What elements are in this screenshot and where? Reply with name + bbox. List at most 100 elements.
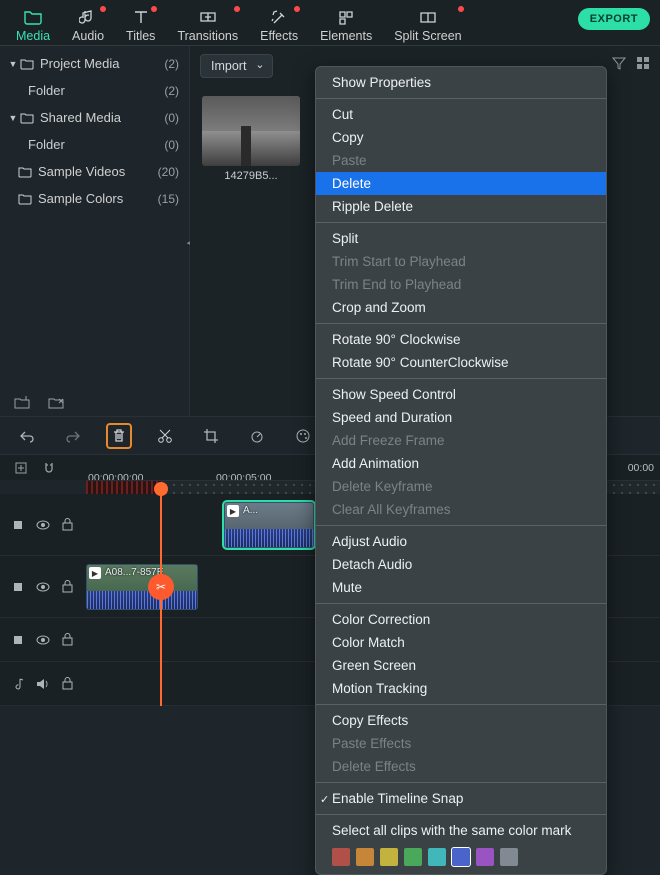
ctx-item: Trim End to Playhead xyxy=(316,273,606,296)
track-lock-icon[interactable] xyxy=(62,580,73,593)
playhead-scissors-icon[interactable]: ✂ xyxy=(148,574,174,600)
ctx-item: Clear All Keyframes xyxy=(316,498,606,521)
audio-icon xyxy=(79,8,97,26)
track-lock-icon[interactable] xyxy=(62,518,73,531)
playhead[interactable]: ✂ xyxy=(160,494,162,706)
ctx-item[interactable]: Enable Timeline Snap xyxy=(316,787,606,810)
filter-icon[interactable] xyxy=(612,56,626,70)
track-speaker-icon[interactable] xyxy=(36,678,50,690)
ctx-item: Trim Start to Playhead xyxy=(316,250,606,273)
redo-icon[interactable] xyxy=(60,423,86,449)
ctx-item[interactable]: Delete xyxy=(316,172,606,195)
tab-audio[interactable]: Audio xyxy=(64,4,112,47)
add-marker-icon[interactable] xyxy=(14,461,28,475)
color-swatch[interactable] xyxy=(380,848,398,866)
tab-elements[interactable]: Elements xyxy=(312,4,380,47)
track-mute-icon[interactable] xyxy=(12,519,24,531)
sidebar-group-shared-media[interactable]: ▼ Shared Media (0) xyxy=(0,104,189,131)
undo-icon[interactable] xyxy=(14,423,40,449)
sidebar-group-project-media[interactable]: ▼ Project Media (2) xyxy=(0,50,189,77)
ctx-item[interactable]: Rotate 90° CounterClockwise xyxy=(316,351,606,374)
new-folder-icon[interactable] xyxy=(14,396,30,410)
ctx-item[interactable]: Mute xyxy=(316,576,606,599)
ctx-item[interactable]: Detach Audio xyxy=(316,553,606,576)
ctx-item: Paste Effects xyxy=(316,732,606,755)
speed-tool-icon[interactable] xyxy=(244,423,270,449)
badge-dot-icon xyxy=(458,6,464,12)
timeline-clip[interactable]: ▶ A08...7-857E xyxy=(86,564,198,610)
ctx-item[interactable]: Show Properties xyxy=(316,71,606,94)
context-menu: Show PropertiesCutCopyPasteDeleteRipple … xyxy=(315,66,607,875)
track-lock-icon[interactable] xyxy=(62,677,73,690)
ctx-separator xyxy=(316,222,606,223)
transitions-icon xyxy=(199,8,217,26)
ctx-item[interactable]: Show Speed Control xyxy=(316,383,606,406)
ctx-item[interactable]: Speed and Duration xyxy=(316,406,606,429)
ctx-item: Delete Effects xyxy=(316,755,606,778)
ctx-item[interactable]: Green Screen xyxy=(316,654,606,677)
badge-dot-icon xyxy=(234,6,240,12)
sidebar-item-sample-colors[interactable]: Sample Colors (15) xyxy=(0,185,189,212)
audio-note-icon[interactable] xyxy=(12,677,24,691)
track-lock-icon[interactable] xyxy=(62,633,73,646)
effects-icon xyxy=(270,8,288,26)
ctx-item[interactable]: Color Match xyxy=(316,631,606,654)
ctx-item[interactable]: Color Correction xyxy=(316,608,606,631)
ctx-item[interactable]: Cut xyxy=(316,103,606,126)
track-visibility-icon[interactable] xyxy=(36,582,50,592)
sidebar-folder-shared[interactable]: Folder (0) xyxy=(0,131,189,158)
delete-folder-icon[interactable] xyxy=(48,396,64,410)
color-swatch[interactable] xyxy=(428,848,446,866)
ctx-item[interactable]: Add Animation xyxy=(316,452,606,475)
ctx-item[interactable]: Ripple Delete xyxy=(316,195,606,218)
ctx-item[interactable]: Crop and Zoom xyxy=(316,296,606,319)
folder-icon xyxy=(18,166,32,178)
export-button[interactable]: EXPORT xyxy=(578,8,650,30)
color-swatch[interactable] xyxy=(404,848,422,866)
ctx-item[interactable]: Motion Tracking xyxy=(316,677,606,700)
track-visibility-icon[interactable] xyxy=(36,520,50,530)
caret-down-icon: ▼ xyxy=(8,113,18,123)
ctx-separator xyxy=(316,814,606,815)
ctx-item[interactable]: Split xyxy=(316,227,606,250)
badge-dot-icon xyxy=(100,6,106,12)
ctx-item[interactable]: Rotate 90° Clockwise xyxy=(316,328,606,351)
folder-open-icon xyxy=(24,8,42,26)
color-swatch[interactable] xyxy=(500,848,518,866)
tab-split-screen[interactable]: Split Screen xyxy=(386,4,469,47)
tab-effects[interactable]: Effects xyxy=(252,4,306,47)
track-visibility-icon[interactable] xyxy=(36,635,50,645)
clip-label: A... xyxy=(243,505,258,516)
delete-tool-icon[interactable] xyxy=(106,423,132,449)
tab-transitions[interactable]: Transitions xyxy=(169,4,246,47)
timeline-clip[interactable]: ▶ A... xyxy=(224,502,314,548)
import-dropdown[interactable]: Import xyxy=(200,54,273,78)
ctx-separator xyxy=(316,323,606,324)
grid-view-icon[interactable] xyxy=(636,56,650,70)
crop-tool-icon[interactable] xyxy=(198,423,224,449)
magnet-icon[interactable] xyxy=(42,461,56,475)
ctx-item[interactable]: Copy Effects xyxy=(316,709,606,732)
split-tool-icon[interactable] xyxy=(152,423,178,449)
ctx-item[interactable]: Adjust Audio xyxy=(316,530,606,553)
color-swatch[interactable] xyxy=(452,848,470,866)
color-swatch[interactable] xyxy=(476,848,494,866)
ctx-item[interactable]: Copy xyxy=(316,126,606,149)
color-tool-icon[interactable] xyxy=(290,423,316,449)
media-thumbnail[interactable]: 14279B5... xyxy=(202,96,300,182)
tab-media[interactable]: Media xyxy=(8,4,58,49)
folder-icon xyxy=(20,112,34,124)
folder-icon xyxy=(20,58,34,70)
media-sidebar: ▼ Project Media (2) Folder (2) ▼ Shared … xyxy=(0,46,190,416)
ctx-separator xyxy=(316,378,606,379)
ctx-separator xyxy=(316,704,606,705)
track-mute-icon[interactable] xyxy=(12,634,24,646)
color-swatch[interactable] xyxy=(356,848,374,866)
track-mute-icon[interactable] xyxy=(12,581,24,593)
sidebar-item-sample-videos[interactable]: Sample Videos (20) xyxy=(0,158,189,185)
color-swatch[interactable] xyxy=(332,848,350,866)
ruler-timestamp: 00:00 xyxy=(628,462,654,474)
sidebar-folder-project[interactable]: Folder (2) xyxy=(0,77,189,104)
folder-icon xyxy=(18,193,32,205)
tab-titles[interactable]: Titles xyxy=(118,4,163,47)
